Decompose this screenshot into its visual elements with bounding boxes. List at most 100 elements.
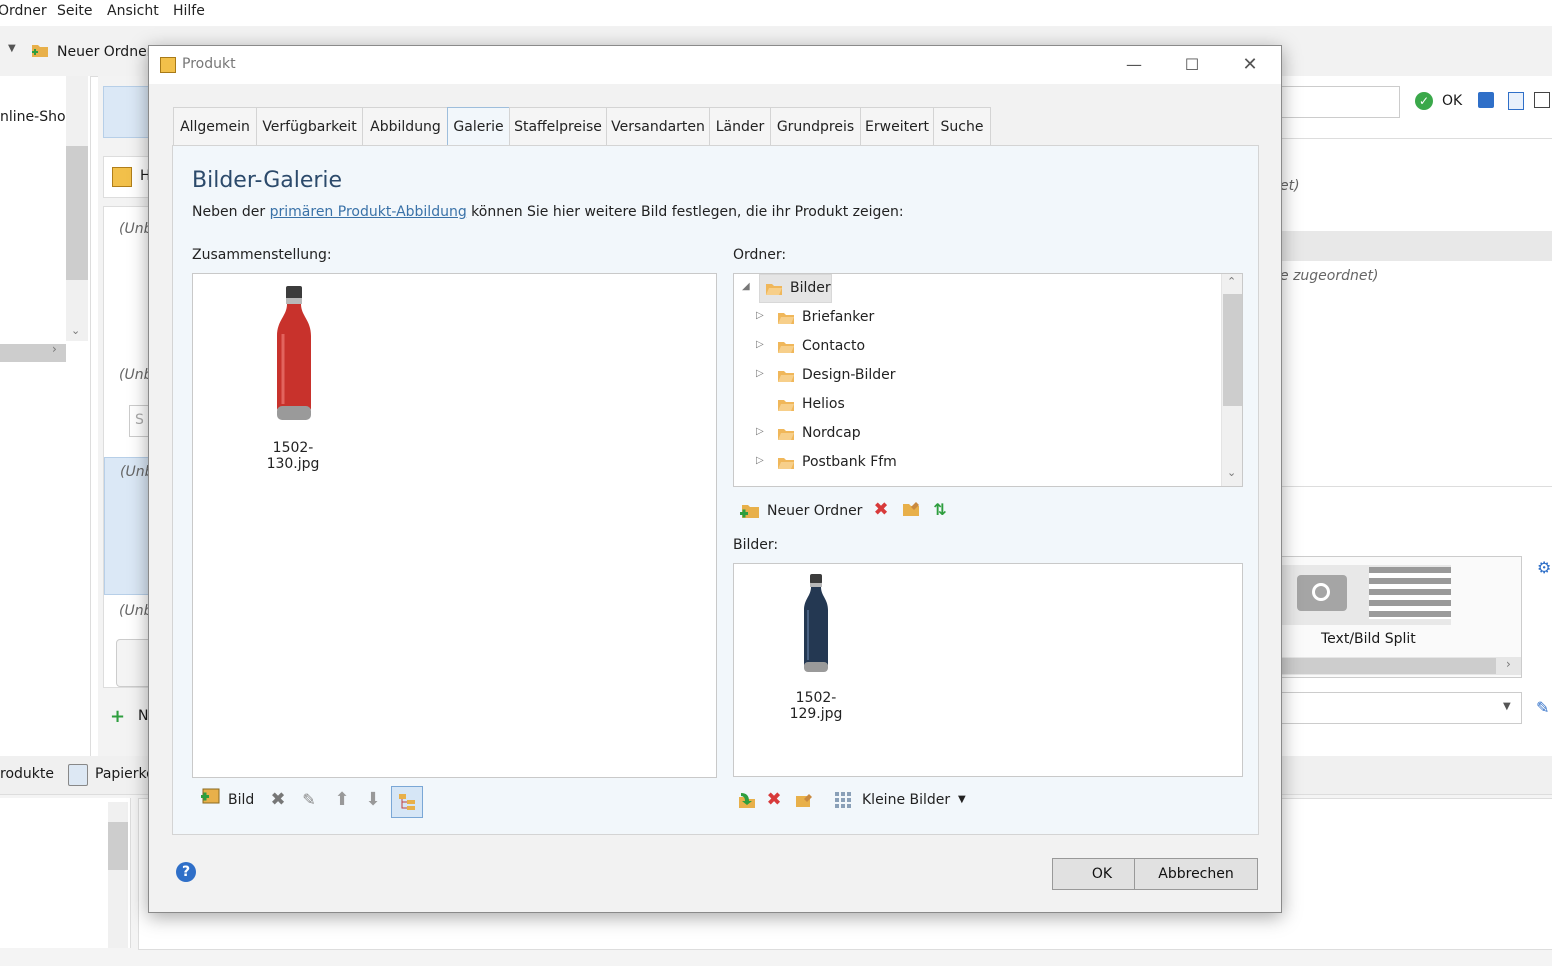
- galerie-panel: Bilder-Galerie Neben der primären Produk…: [172, 145, 1259, 835]
- tab-papierkorb[interactable]: Papierko: [95, 766, 155, 782]
- image-item[interactable]: 1502-129.jpg: [771, 572, 861, 722]
- layout-template-list[interactable]: Text/Bild Split ›: [1280, 556, 1522, 678]
- chevron-down-icon[interactable]: ▼: [958, 794, 966, 805]
- preview-icon[interactable]: [1508, 92, 1524, 110]
- primary-image-link[interactable]: primären Produkt-Abbildung: [270, 204, 467, 220]
- delete-icon[interactable]: ✖: [870, 499, 892, 521]
- collapsed-arrow-icon[interactable]: ▷: [756, 310, 764, 321]
- pencil-icon[interactable]: ✎: [298, 789, 320, 811]
- save-icon[interactable]: [1478, 92, 1494, 108]
- menu-seite[interactable]: Seite: [57, 3, 93, 19]
- tab-galerie[interactable]: Galerie: [447, 107, 510, 147]
- tab-allgemein[interactable]: Allgemein: [173, 107, 257, 146]
- chevron-down-icon[interactable]: ▼: [1503, 701, 1511, 712]
- tree-item-contacto[interactable]: ▷ Contacto: [734, 332, 1214, 361]
- page-icon: [112, 167, 132, 187]
- folder-icon: [777, 309, 795, 325]
- tree-item-bilder[interactable]: ◢ Bilder: [734, 274, 1214, 303]
- new-folder-icon[interactable]: [739, 501, 761, 521]
- rename-image-icon[interactable]: [793, 791, 815, 813]
- view-mode-select[interactable]: Kleine Bilder: [862, 792, 950, 808]
- maximize-icon[interactable]: ☐: [1169, 46, 1215, 84]
- tree-view-toggle-icon[interactable]: [391, 786, 423, 818]
- dialog-titlebar[interactable]: Produkt — ☐ ✕: [149, 46, 1281, 84]
- add-image-button[interactable]: Bild: [228, 792, 254, 808]
- dialog-title: Produkt: [182, 56, 236, 72]
- gear-icon[interactable]: ⚙: [1537, 558, 1551, 577]
- tab-verfuegbarkeit[interactable]: Verfügbarkeit: [256, 107, 363, 146]
- ok-button-bg[interactable]: OK: [1442, 93, 1462, 109]
- chevron-down-icon[interactable]: ⌄: [1227, 466, 1236, 479]
- arrow-up-icon[interactable]: ⬆: [331, 789, 353, 811]
- collapsed-arrow-icon[interactable]: ▷: [756, 368, 764, 379]
- tab-produkte[interactable]: rodukte: [0, 766, 54, 782]
- remove-icon[interactable]: ✖: [267, 789, 289, 811]
- folder-tree-panel: nline-Shop ⌄ ›: [0, 76, 91, 766]
- tree-item-nordcap[interactable]: ▷ Nordcap: [734, 419, 1214, 448]
- menu-ansicht[interactable]: Ansicht: [107, 3, 159, 19]
- view-grid-icon[interactable]: [832, 791, 854, 813]
- menu-hilfe[interactable]: Hilfe: [173, 3, 205, 19]
- tab-laender[interactable]: Länder: [709, 107, 771, 146]
- tab-erweitert[interactable]: Erweitert: [860, 107, 934, 146]
- product-dialog: Produkt — ☐ ✕ Allgemein Verfügbarkeit Ab…: [148, 45, 1282, 913]
- tree-item-design-bilder[interactable]: ▷ Design-Bilder: [734, 361, 1214, 390]
- cancel-button[interactable]: Abbrechen: [1134, 858, 1258, 890]
- expanded-arrow-icon[interactable]: ◢: [742, 281, 750, 292]
- collapsed-arrow-icon[interactable]: ▷: [756, 426, 764, 437]
- images-list[interactable]: 1502-129.jpg: [733, 563, 1243, 777]
- menu-bar: Ordner Seite Ansicht Hilfe: [0, 0, 1552, 24]
- tree-item-helios[interactable]: Helios: [734, 390, 1214, 419]
- chevron-down-icon[interactable]: ⌄: [71, 324, 80, 337]
- tab-abbildung[interactable]: Abbildung: [362, 107, 449, 146]
- edit-icon[interactable]: [1534, 92, 1550, 108]
- arrow-down-icon[interactable]: ⬇: [362, 789, 384, 811]
- new-folder-icon: [30, 41, 50, 59]
- tree-item-shop[interactable]: nline-Shop: [0, 109, 74, 125]
- new-folder-button[interactable]: Neuer Ordner: [57, 44, 152, 60]
- rename-folder-icon[interactable]: [900, 499, 922, 521]
- tab-staffelpreise[interactable]: Staffelpreise: [509, 107, 607, 146]
- composition-item[interactable]: 1502-130.jpg: [249, 282, 337, 472]
- close-icon[interactable]: ✕: [1227, 46, 1273, 84]
- bottle-red-image: [277, 286, 311, 420]
- bottom-scrollbar[interactable]: [108, 802, 128, 948]
- composition-list[interactable]: 1502-130.jpg: [192, 273, 717, 778]
- tree-scrollbar[interactable]: ⌄: [66, 76, 88, 341]
- collapsed-arrow-icon[interactable]: ▷: [756, 339, 764, 350]
- help-icon[interactable]: ?: [176, 862, 196, 882]
- folder-tree[interactable]: ◢ Bilder ▷ Briefanker ▷ Contacto ▷ Desig…: [733, 273, 1243, 487]
- folder-icon: [765, 280, 783, 296]
- tree-item-briefanker[interactable]: ▷ Briefanker: [734, 303, 1214, 332]
- tab-grundpreis[interactable]: Grundpreis: [770, 107, 861, 146]
- bottle-blue-image: [804, 574, 828, 672]
- folder-icon: [777, 396, 795, 412]
- plus-icon[interactable]: +: [110, 706, 125, 727]
- tree-item-postbank-ffm[interactable]: ▷ Postbank Ffm: [734, 448, 1214, 477]
- tab-versandarten[interactable]: Versandarten: [606, 107, 710, 146]
- delete-icon[interactable]: ✖: [763, 789, 785, 811]
- menu-ordner[interactable]: Ordner: [0, 3, 47, 19]
- add-image-icon[interactable]: [200, 786, 224, 808]
- pencil-icon[interactable]: ✎: [1536, 698, 1549, 717]
- camera-icon: [1297, 575, 1347, 611]
- chevron-down-icon[interactable]: ▼: [8, 43, 16, 54]
- page-title: Bilder-Galerie: [192, 168, 343, 193]
- chevron-right-icon[interactable]: ›: [1506, 657, 1511, 671]
- sort-icon[interactable]: ⇅: [929, 499, 951, 521]
- composition-label: Zusammenstellung:: [192, 247, 332, 263]
- tree-scrollbar[interactable]: ⌃ ⌄: [1221, 274, 1242, 486]
- add-to-composition-icon[interactable]: [736, 791, 758, 813]
- collapsed-arrow-icon[interactable]: ▷: [756, 455, 764, 466]
- new-folder-button[interactable]: Neuer Ordner: [767, 503, 862, 519]
- tab-suche[interactable]: Suche: [933, 107, 991, 146]
- properties-input[interactable]: [1280, 86, 1400, 118]
- template-text-bild-split[interactable]: Text/Bild Split: [1321, 631, 1416, 647]
- folder-icon: [777, 367, 795, 383]
- images-label: Bilder:: [733, 537, 779, 553]
- bg-select[interactable]: ▼: [1280, 692, 1522, 724]
- chevron-up-icon[interactable]: ⌃: [1227, 275, 1236, 288]
- composition-item-name: 1502-130.jpg: [266, 440, 320, 472]
- minimize-icon[interactable]: —: [1111, 46, 1157, 84]
- chevron-right-icon[interactable]: ›: [52, 342, 57, 356]
